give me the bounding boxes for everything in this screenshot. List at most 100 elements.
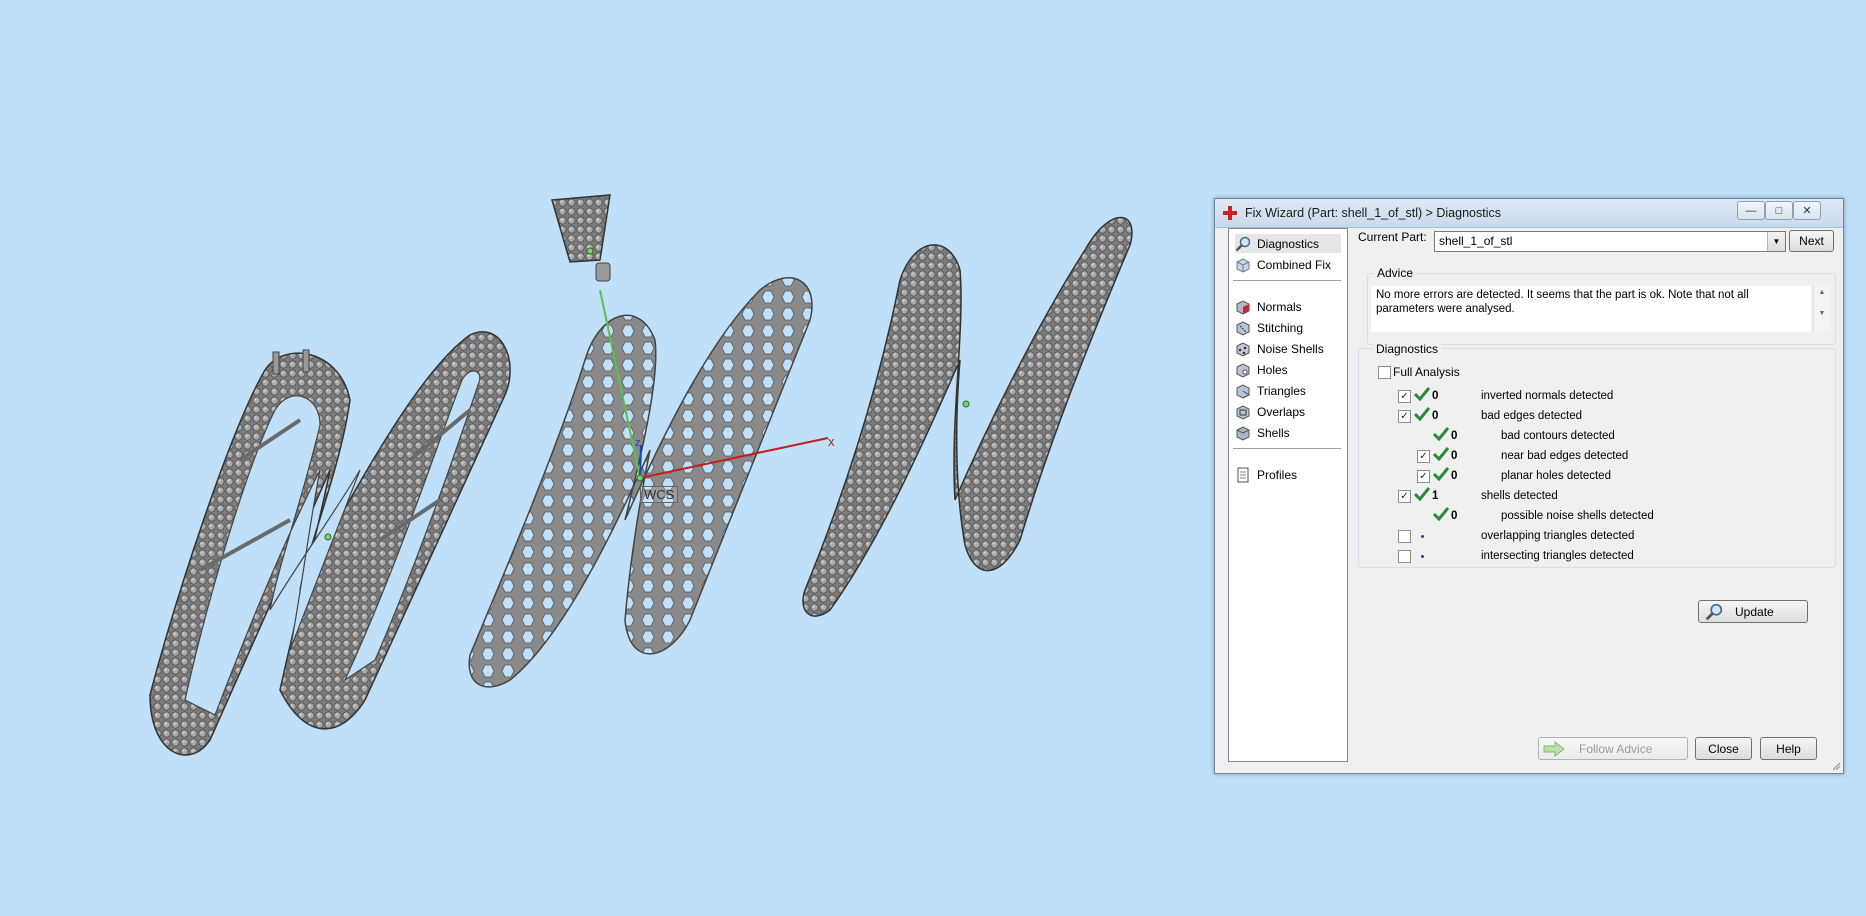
shells-label: shells detected	[1481, 490, 1558, 502]
full-analysis-label: Full Analysis	[1393, 365, 1460, 379]
bad-edges-label: bad edges detected	[1481, 410, 1583, 422]
bad-contours-label: bad contours detected	[1501, 430, 1615, 442]
nav-label: Noise Shells	[1257, 341, 1324, 356]
follow-advice-label: Follow Advice	[1579, 741, 1653, 756]
full-analysis-checkbox[interactable]	[1378, 366, 1391, 379]
advice-scrollbar[interactable]: ▲ ▼	[1813, 286, 1830, 332]
help-button[interactable]: Help	[1760, 737, 1817, 760]
axis-z-label: z	[635, 437, 641, 449]
nav-item-normals[interactable]: Normals	[1235, 297, 1302, 316]
dialog-titlebar[interactable]: Fix Wizard (Part: shell_1_of_stl) > Diag…	[1215, 199, 1843, 228]
intersecting-triangles-checkbox[interactable]	[1398, 550, 1411, 563]
update-button[interactable]: Update	[1698, 600, 1808, 623]
planar-holes-checkbox[interactable]: ✓	[1417, 470, 1430, 483]
cube-icon	[1236, 257, 1250, 273]
minimize-icon: —	[1745, 204, 1757, 217]
nav-label: Holes	[1257, 362, 1288, 377]
fix-wizard-dialog: Fix Wizard (Part: shell_1_of_stl) > Diag…	[1214, 198, 1844, 774]
stitching-cube-icon	[1236, 320, 1250, 336]
nav-item-combined-fix[interactable]: Combined Fix	[1235, 255, 1331, 274]
nav-item-noise-shells[interactable]: Noise Shells	[1235, 339, 1324, 358]
inverted-normals-count: 0	[1432, 390, 1439, 402]
minimize-button[interactable]: —	[1737, 201, 1765, 220]
close-icon: ✕	[1802, 205, 1812, 217]
current-part-select[interactable]: shell_1_of_stl ▼	[1434, 231, 1786, 252]
nav-item-holes[interactable]: Holes	[1235, 360, 1288, 379]
current-part-label: Current Part:	[1358, 230, 1427, 244]
check-ok-icon	[1433, 467, 1449, 481]
planar-holes-count: 0	[1451, 470, 1458, 482]
overlaps-cube-icon	[1236, 404, 1250, 420]
shells-checkbox[interactable]: ✓	[1398, 490, 1411, 503]
magnifier-icon	[1235, 236, 1251, 251]
maximize-icon: □	[1775, 204, 1783, 217]
scroll-down-icon[interactable]: ▼	[1814, 310, 1830, 317]
model-letter-2	[468, 194, 813, 688]
nav-item-diagnostics[interactable]: Diagnostics	[1235, 234, 1341, 253]
scroll-up-icon[interactable]: ▲	[1814, 289, 1830, 296]
check-ok-icon	[1414, 487, 1430, 501]
update-button-label: Update	[1735, 604, 1774, 619]
nav-label: Profiles	[1257, 467, 1298, 482]
inverted-normals-checkbox[interactable]: ✓	[1398, 390, 1411, 403]
noise-shells-count: 0	[1451, 510, 1458, 522]
unknown-status-icon	[1421, 555, 1424, 558]
bad-edges-count: 0	[1432, 410, 1439, 422]
check-ok-icon	[1433, 447, 1449, 461]
holes-cube-icon	[1236, 362, 1250, 378]
nav-label: Shells	[1257, 425, 1290, 440]
maximize-button[interactable]: □	[1765, 201, 1793, 220]
check-ok-icon	[1414, 387, 1430, 401]
diagnostics-title: Diagnostics	[1373, 342, 1442, 356]
magnifier-icon	[1705, 603, 1723, 620]
close-button[interactable]: Close	[1695, 737, 1752, 760]
current-part-value: shell_1_of_stl	[1439, 234, 1513, 248]
model-letter-3	[802, 216, 1133, 617]
intersecting-triangles-label: intersecting triangles detected	[1481, 550, 1634, 562]
shells-count: 1	[1432, 490, 1439, 502]
nav-label: Triangles	[1257, 383, 1306, 398]
next-button[interactable]: Next	[1789, 230, 1834, 252]
dialog-title: Fix Wizard (Part: shell_1_of_stl) > Diag…	[1245, 206, 1501, 220]
inverted-normals-label: inverted normals detected	[1481, 390, 1614, 402]
nav-item-triangles[interactable]: Triangles	[1235, 381, 1306, 400]
diagnostics-group: Diagnostics Full Analysis ✓ 0 inverted n…	[1358, 342, 1836, 568]
chevron-down-icon[interactable]: ▼	[1767, 232, 1785, 251]
advice-group: Advice No more errors are detected. It s…	[1367, 266, 1836, 345]
arrow-right-icon	[1543, 740, 1565, 757]
shells-cube-icon	[1236, 425, 1250, 441]
nav-label: Diagnostics	[1257, 236, 1320, 251]
noise-shells-label: possible noise shells detected	[1501, 510, 1654, 522]
nav-item-shells[interactable]: Shells	[1235, 423, 1290, 442]
wizard-nav: Diagnostics Combined Fix Normals Stitchi…	[1228, 228, 1348, 762]
document-icon	[1237, 467, 1249, 482]
nav-label: Normals	[1257, 299, 1302, 314]
nav-separator	[1233, 280, 1341, 281]
bad-edges-checkbox[interactable]: ✓	[1398, 410, 1411, 423]
nav-item-stitching[interactable]: Stitching	[1235, 318, 1303, 337]
advice-title: Advice	[1374, 266, 1417, 280]
check-ok-icon	[1414, 407, 1430, 421]
nav-separator	[1233, 448, 1341, 449]
nav-label: Combined Fix	[1257, 257, 1332, 272]
follow-advice-button[interactable]: Follow Advice	[1538, 737, 1688, 760]
overlapping-triangles-label: overlapping triangles detected	[1481, 530, 1635, 542]
near-bad-edges-label: near bad edges detected	[1501, 450, 1629, 462]
close-window-button[interactable]: ✕	[1793, 201, 1821, 220]
app-cross-icon	[1223, 206, 1237, 220]
model-letter-1	[149, 331, 511, 756]
check-ok-icon	[1433, 507, 1449, 521]
nav-item-profiles[interactable]: Profiles	[1235, 465, 1297, 484]
bad-contours-count: 0	[1451, 430, 1458, 442]
overlapping-triangles-checkbox[interactable]	[1398, 530, 1411, 543]
nav-label: Overlaps	[1257, 404, 1306, 419]
nav-item-overlaps[interactable]: Overlaps	[1235, 402, 1305, 421]
unknown-status-icon	[1421, 535, 1424, 538]
planar-holes-label: planar holes detected	[1501, 470, 1611, 482]
triangles-cube-icon	[1236, 383, 1250, 399]
advice-text: No more errors are detected. It seems th…	[1371, 286, 1811, 332]
near-bad-edges-checkbox[interactable]: ✓	[1417, 450, 1430, 463]
noise-shells-cube-icon	[1236, 341, 1250, 357]
check-ok-icon	[1433, 427, 1449, 441]
resize-grip-icon[interactable]	[1831, 761, 1841, 771]
